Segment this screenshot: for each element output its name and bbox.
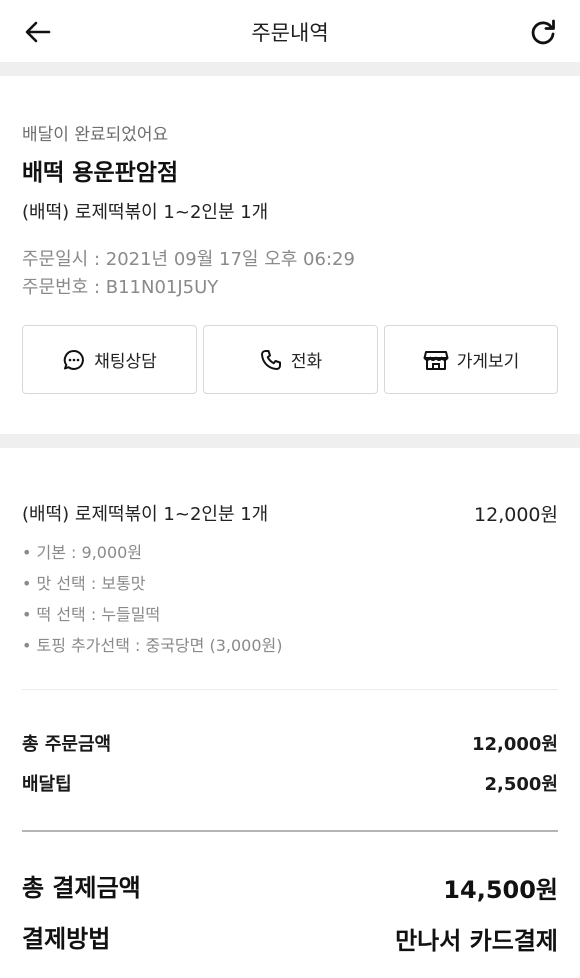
item-price: 12,000원 xyxy=(474,504,558,526)
divider xyxy=(22,830,558,832)
page-title: 주문내역 xyxy=(251,21,329,45)
delivery-tip-label: 배달팁 xyxy=(22,774,72,795)
chat-consult-label: 채팅상담 xyxy=(94,352,157,372)
order-number: 주문번호 : B11N01J5UY xyxy=(22,277,219,298)
delivery-status: 배달이 완료되었어요 xyxy=(22,125,169,145)
store-icon xyxy=(423,350,449,370)
option-line: • 맛 선택 : 보통맛 xyxy=(22,574,146,593)
app-header: 주문내역 xyxy=(0,0,580,62)
item-name: (배떡) 로제떡볶이 1~2인분 1개 xyxy=(22,504,269,525)
payment-method-value: 만나서 카드결제 xyxy=(395,927,558,955)
delivery-tip-value: 2,500원 xyxy=(484,774,559,795)
call-button[interactable]: 전화 xyxy=(203,325,378,394)
chat-consult-button[interactable]: 채팅상담 xyxy=(22,325,197,394)
menu-summary: (배떡) 로제떡볶이 1~2인분 1개 xyxy=(22,202,269,223)
option-line: • 토핑 추가선택 : 중국당면 (3,000원) xyxy=(22,636,283,655)
refresh-icon xyxy=(531,19,555,45)
divider xyxy=(22,689,558,690)
order-date: 주문일시 : 2021년 09월 17일 오후 06:29 xyxy=(22,249,355,270)
order-summary: 배달이 완료되었어요 배떡 용운판암점 (배떡) 로제떡볶이 1~2인분 1개 … xyxy=(0,76,580,434)
option-line: • 떡 선택 : 누들밀떡 xyxy=(22,605,161,624)
refresh-button[interactable] xyxy=(526,15,560,49)
payment-total-value: 14,500원 xyxy=(443,876,558,904)
section-divider xyxy=(0,434,580,448)
order-detail: (배떡) 로제떡볶이 1~2인분 1개 12,000원 • 기본 : 9,000… xyxy=(0,448,580,978)
call-label: 전화 xyxy=(290,352,323,372)
view-store-label: 가게보기 xyxy=(456,352,520,372)
store-name[interactable]: 배떡 용운판암점 xyxy=(22,153,178,187)
option-line: • 기본 : 9,000원 xyxy=(22,543,143,562)
order-total-value: 12,000원 xyxy=(471,734,558,755)
section-divider xyxy=(0,62,580,76)
payment-method-label: 결제방법 xyxy=(22,925,111,953)
view-store-button[interactable]: 가게보기 xyxy=(384,325,558,394)
order-total-label: 총 주문금액 xyxy=(22,734,112,755)
payment-total-label: 총 결제금액 xyxy=(22,874,141,902)
phone-icon xyxy=(260,349,281,370)
chat-bubble-icon xyxy=(64,349,85,370)
